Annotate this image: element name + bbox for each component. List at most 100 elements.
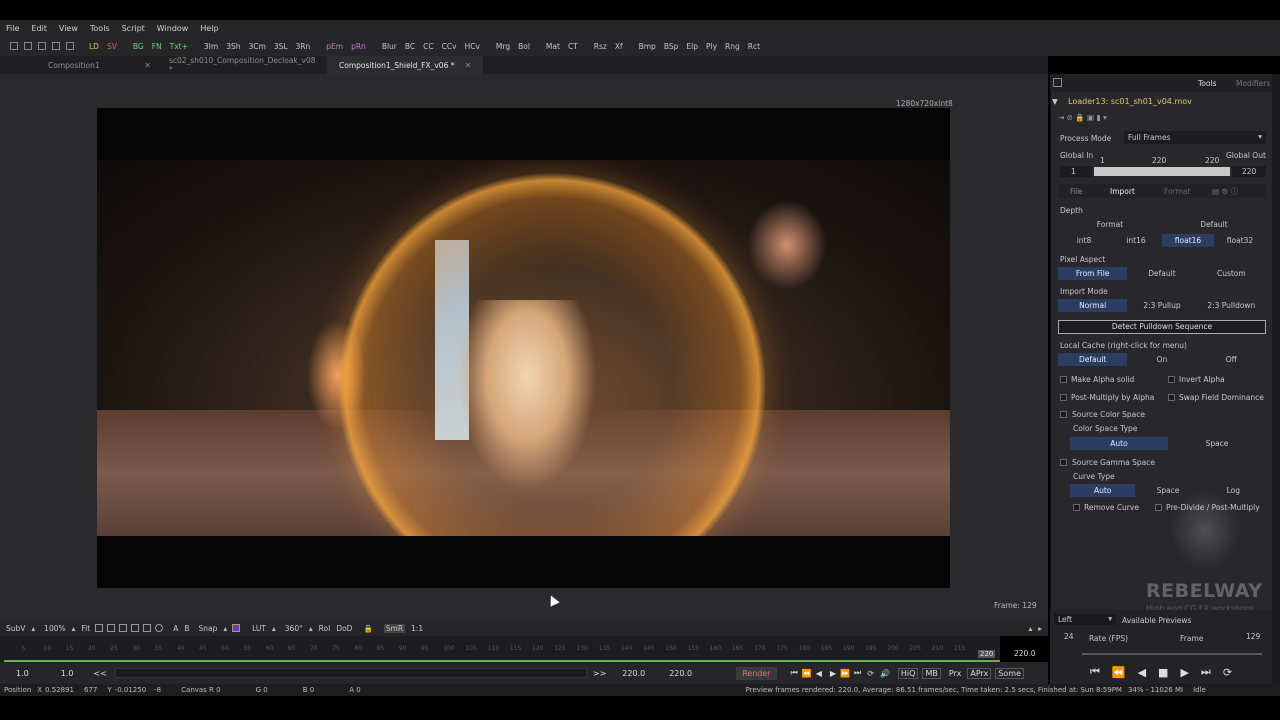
local-cache-on[interactable]: On bbox=[1127, 353, 1196, 366]
tool-hcv-button[interactable]: HCv bbox=[465, 42, 480, 51]
loop-icon[interactable]: ⟳ bbox=[1223, 666, 1232, 679]
depth-format-button[interactable]: Format bbox=[1058, 218, 1162, 231]
menu-file[interactable]: File bbox=[0, 24, 25, 33]
polygon-icon[interactable] bbox=[107, 624, 116, 632]
lut-button[interactable]: LUT bbox=[252, 624, 266, 633]
tool-fn-button[interactable]: FN bbox=[152, 42, 162, 51]
local-cache-default[interactable]: Default bbox=[1058, 353, 1128, 366]
tool-bsp-button[interactable]: BSp bbox=[664, 42, 679, 51]
last-frame-icon[interactable]: ⏭ bbox=[1201, 665, 1211, 679]
transform-icon[interactable] bbox=[95, 624, 104, 632]
play-reverse-icon[interactable]: ◀ bbox=[816, 669, 822, 678]
audio-icon[interactable]: 🔊 bbox=[880, 669, 890, 678]
bold-icon[interactable]: B bbox=[184, 624, 189, 633]
tool-3sh-button[interactable]: 3Sh bbox=[226, 42, 240, 51]
global-out-field[interactable]: 220 bbox=[1232, 166, 1266, 177]
menu-tools[interactable]: Tools bbox=[84, 24, 116, 33]
tool-blur-button[interactable]: Blur bbox=[382, 42, 397, 51]
source-color-space-toggle[interactable] bbox=[1060, 411, 1067, 418]
range-slider[interactable] bbox=[114, 668, 587, 678]
color-space-auto[interactable]: Auto bbox=[1070, 437, 1168, 450]
play-icon[interactable]: ▶ bbox=[830, 669, 836, 678]
subtab-import[interactable]: Import bbox=[1110, 187, 1135, 196]
tab-composition1[interactable]: Composition1 ✕ bbox=[0, 56, 157, 74]
menu-edit[interactable]: Edit bbox=[25, 24, 53, 33]
depth-default-button[interactable]: Default bbox=[1162, 218, 1266, 231]
layout-icon[interactable] bbox=[10, 42, 18, 50]
step-back-icon[interactable]: ⏪ bbox=[802, 669, 812, 678]
layout-icon[interactable] bbox=[24, 42, 32, 50]
tool-rng-button[interactable]: Rng bbox=[725, 42, 740, 51]
range-next-button[interactable]: >> bbox=[593, 669, 606, 678]
tab-decloak[interactable]: sc02_sh010_Composition_Decloak_v08 * ✕ bbox=[157, 56, 332, 74]
import-mode-pullup[interactable]: 2:3 Pullup bbox=[1127, 299, 1196, 312]
tool-ld-button[interactable]: LD bbox=[89, 42, 99, 51]
menu-window[interactable]: Window bbox=[151, 24, 195, 33]
play-icon[interactable]: ▶ bbox=[1180, 666, 1188, 679]
panel-menu-icon[interactable] bbox=[1053, 78, 1062, 87]
swap-field-checkbox[interactable] bbox=[1168, 394, 1175, 401]
dropdown-arrow-icon[interactable]: ▴ bbox=[309, 624, 313, 633]
stop-icon[interactable]: ■ bbox=[1158, 666, 1168, 679]
inspector-scrollbar[interactable] bbox=[1272, 74, 1280, 684]
pixel-aspect-custom[interactable]: Custom bbox=[1197, 267, 1266, 280]
frame-value[interactable]: 129 bbox=[1246, 632, 1260, 641]
step-forward-icon[interactable]: ⏩ bbox=[840, 669, 850, 678]
menu-arrow-icon[interactable]: ▸ bbox=[1038, 624, 1042, 633]
lock-icon[interactable]: 🔒 bbox=[363, 624, 372, 633]
fps-value[interactable]: 24 bbox=[1064, 632, 1074, 641]
invert-alpha-checkbox[interactable] bbox=[1168, 376, 1175, 383]
tool-pem-button[interactable]: pEm bbox=[326, 42, 343, 51]
rectangle-icon[interactable] bbox=[143, 624, 152, 632]
process-mode-select[interactable]: Full Frames ▾ bbox=[1124, 131, 1266, 144]
menu-script[interactable]: Script bbox=[116, 24, 151, 33]
text-tool-icon[interactable]: A bbox=[173, 624, 178, 633]
tool-mat-button[interactable]: Mat bbox=[546, 42, 560, 51]
color-space-space[interactable]: Space bbox=[1168, 437, 1266, 450]
color-swatch-icon[interactable] bbox=[232, 624, 241, 632]
tool-mrg-button[interactable]: Mrg bbox=[496, 42, 510, 51]
pixel-aspect-default[interactable]: Default bbox=[1127, 267, 1196, 280]
snap-button[interactable]: Snap bbox=[198, 624, 217, 633]
tool-cc-button[interactable]: CC bbox=[423, 42, 433, 51]
dropdown-arrow-icon[interactable]: ▴ bbox=[272, 624, 276, 633]
play-reverse-icon[interactable]: ◀ bbox=[1138, 666, 1146, 679]
dod-button[interactable]: DoD bbox=[336, 624, 352, 633]
hiq-button[interactable]: HiQ bbox=[897, 667, 919, 679]
tool-3sl-button[interactable]: 3SL bbox=[274, 42, 288, 51]
tool-rsz-button[interactable]: Rsz bbox=[594, 42, 607, 51]
aprx-button[interactable]: APrx bbox=[967, 667, 992, 679]
smr-button[interactable]: SmR bbox=[383, 623, 406, 633]
tool-3im-button[interactable]: 3Im bbox=[204, 42, 218, 51]
source-gamma-space-toggle[interactable] bbox=[1060, 459, 1067, 466]
node-icons[interactable]: ⇥ ⊘ 🔒 ▣ ▮ ▾ bbox=[1058, 113, 1107, 122]
global-in-field[interactable]: 1 bbox=[1060, 166, 1092, 177]
tool-bg-button[interactable]: BG bbox=[133, 42, 144, 51]
prx-button[interactable]: Prx bbox=[949, 669, 962, 678]
preview-select[interactable]: Left ▾ bbox=[1054, 614, 1116, 625]
some-button[interactable]: Some bbox=[995, 667, 1024, 679]
remove-curve-checkbox[interactable] bbox=[1073, 504, 1080, 511]
menu-help[interactable]: Help bbox=[194, 24, 224, 33]
close-icon[interactable]: ✕ bbox=[144, 61, 151, 70]
tab-shield-fx[interactable]: Composition1_Shield_FX_v06 * ✕ bbox=[327, 56, 483, 74]
first-frame-icon[interactable]: ⏮ bbox=[791, 668, 798, 678]
ellipse-icon[interactable] bbox=[155, 624, 164, 632]
preview-scrubber[interactable] bbox=[1082, 653, 1262, 655]
depth-int8-button[interactable]: int8 bbox=[1058, 234, 1110, 247]
detect-pulldown-button[interactable]: Detect Pulldown Sequence bbox=[1058, 320, 1266, 334]
pre-divide-checkbox[interactable] bbox=[1155, 504, 1162, 511]
depth-float16-button[interactable]: float16 bbox=[1162, 234, 1214, 247]
tab-tools[interactable]: Tools bbox=[1198, 79, 1216, 88]
tool-xf-button[interactable]: Xf bbox=[615, 42, 623, 51]
last-frame-icon[interactable]: ⏭ bbox=[854, 668, 861, 678]
import-mode-pulldown[interactable]: 2:3 Pulldown bbox=[1197, 299, 1266, 312]
render-button[interactable]: Render bbox=[736, 666, 777, 680]
close-icon[interactable]: ✕ bbox=[465, 61, 472, 70]
dropdown-arrow-icon[interactable]: ▴ bbox=[72, 624, 76, 633]
tool-txt-button[interactable]: Txt+ bbox=[170, 42, 188, 51]
fit-button[interactable]: Fit bbox=[81, 624, 90, 633]
render-end-field[interactable]: 220.0 bbox=[622, 669, 645, 678]
first-frame-icon[interactable]: ⏮ bbox=[1090, 665, 1100, 679]
viewer-image[interactable] bbox=[97, 108, 950, 588]
